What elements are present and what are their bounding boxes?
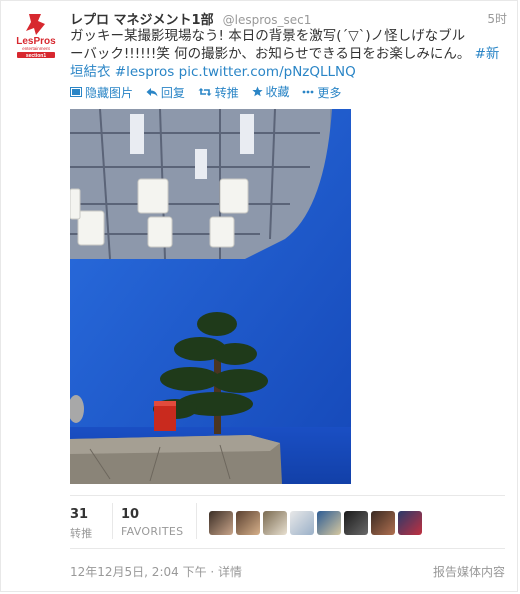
hashtag-lespros-link[interactable]: #lespros bbox=[115, 64, 175, 80]
stats-separator bbox=[112, 503, 113, 539]
favoriter-avatar[interactable] bbox=[398, 511, 422, 535]
retweet-icon bbox=[198, 88, 212, 96]
tweet-text-line1: ガッキー某撮影現場なう! 本日の背景を激写(´▽`)ノ怪しげなブル bbox=[70, 28, 466, 44]
favoriter-avatar[interactable] bbox=[371, 511, 395, 535]
tweet-actions: 隐藏图片 回复 转推 收藏 更多 bbox=[70, 83, 350, 101]
tweet-photo[interactable] bbox=[70, 109, 351, 484]
hide-media-button[interactable]: 隐藏图片 bbox=[70, 84, 133, 101]
favoriter-avatar[interactable] bbox=[209, 511, 233, 535]
favoriter-avatar[interactable] bbox=[317, 511, 341, 535]
details-link[interactable]: 详情 bbox=[218, 565, 242, 579]
more-button[interactable]: 更多 bbox=[302, 84, 341, 101]
hide-media-label: 隐藏图片 bbox=[85, 85, 134, 100]
hashtag-link-cont[interactable]: 垣結衣 bbox=[70, 64, 111, 80]
favoriter-avatars bbox=[209, 511, 422, 535]
tweet-header: レプロ マネジメント1部 @lespros_sec1 5时 bbox=[70, 9, 507, 28]
favoriter-avatar[interactable] bbox=[236, 511, 260, 535]
favorite-button[interactable]: 收藏 bbox=[251, 83, 290, 100]
tweet-timestamp[interactable]: 12年12月5日, 2:04 下午 bbox=[70, 565, 207, 579]
more-icon bbox=[302, 90, 314, 94]
favorites-stat[interactable]: 10 FAVORITES bbox=[121, 507, 183, 538]
favoriter-avatar[interactable] bbox=[344, 511, 368, 535]
account-handle[interactable]: @lespros_sec1 bbox=[223, 13, 312, 27]
favorites-count: 10 bbox=[121, 507, 140, 522]
favorite-label: 收藏 bbox=[265, 85, 290, 99]
stats-bottom-divider bbox=[70, 548, 505, 549]
star-icon bbox=[251, 86, 263, 97]
svg-text:section1: section1 bbox=[26, 53, 47, 59]
report-media-link[interactable]: 报告媒体内容 bbox=[433, 563, 505, 580]
reply-label: 回复 bbox=[160, 85, 185, 100]
retweet-label: 转推 bbox=[214, 85, 239, 100]
lespros-logo-icon: LesPros entertainment section1 bbox=[12, 11, 60, 59]
stats-separator bbox=[196, 503, 197, 539]
retweets-label: 转推 bbox=[70, 527, 93, 540]
retweets-count: 31 bbox=[70, 507, 89, 522]
tweet-card: LesPros entertainment section1 レプロ マネジメン… bbox=[0, 0, 518, 592]
stats-top-divider bbox=[70, 495, 505, 496]
tweet-time[interactable]: 5时 bbox=[487, 10, 507, 27]
svg-text:entertainment: entertainment bbox=[22, 46, 50, 51]
media-icon bbox=[70, 87, 82, 97]
avatar[interactable]: LesPros entertainment section1 bbox=[12, 11, 60, 59]
pic-link[interactable]: pic.twitter.com/pNzQLLNQ bbox=[179, 64, 356, 80]
studio-bluescreen-photo bbox=[70, 109, 351, 484]
hashtag-link[interactable]: #新 bbox=[475, 46, 500, 62]
retweets-stat[interactable]: 31 转推 bbox=[70, 507, 93, 541]
account-name[interactable]: レプロ マネジメント1部 bbox=[70, 13, 214, 28]
favoriter-avatar[interactable] bbox=[290, 511, 314, 535]
more-label: 更多 bbox=[317, 85, 342, 100]
reply-icon bbox=[146, 88, 158, 97]
tweet-footer: 12年12月5日, 2:04 下午 · 详情 bbox=[70, 565, 243, 579]
reply-button[interactable]: 回复 bbox=[146, 84, 185, 101]
favorites-label: FAVORITES bbox=[121, 525, 184, 538]
tweet-text: ガッキー某撮影現場なう! 本日の背景を激写(´▽`)ノ怪しげなブル ーバック!!… bbox=[70, 27, 510, 81]
tweet-text-line2: ーバック!!!!!!笑 何の撮影か、お知らせできる日をお楽しみにん。 bbox=[70, 46, 471, 62]
favoriter-avatar[interactable] bbox=[263, 511, 287, 535]
retweet-button[interactable]: 转推 bbox=[198, 84, 239, 101]
